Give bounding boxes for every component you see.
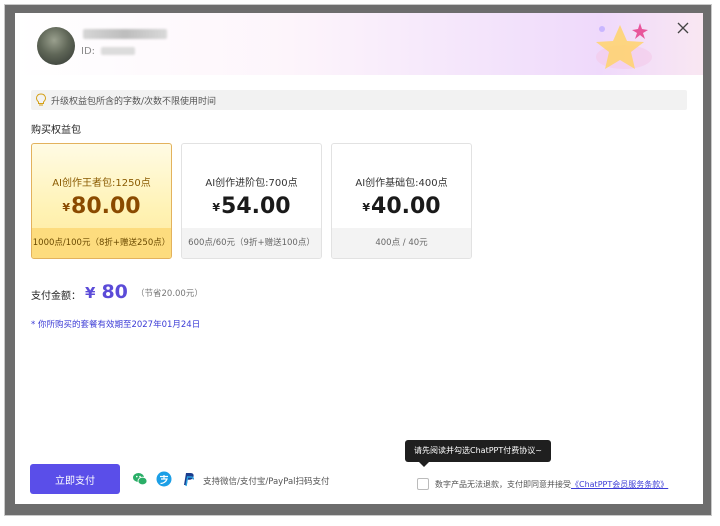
wechat-pay-icon: [133, 473, 148, 486]
agreement-tooltip: 请先阅读并勾选ChatPPT付费协议~: [405, 440, 551, 462]
price-value: 40.00: [371, 194, 441, 219]
tooltip-arrow: [419, 462, 429, 467]
price-value: 54.00: [221, 194, 291, 219]
package-title: AI创作基础包:400点: [355, 178, 448, 189]
paypal-icon: [184, 473, 194, 487]
price-value: 80.00: [71, 194, 141, 219]
purchase-dialog: ID: 升级权益包所含的字数/次数不限使用时间 购买权益包 AI创作王者包:12…: [15, 13, 703, 504]
agreement-text: 数字产品无法退款，支付即同意并接受《ChatPPT会员服务条款》: [435, 479, 668, 490]
section-title: 购买权益包: [31, 125, 81, 136]
alipay-icon: [156, 471, 172, 487]
currency-symbol: ¥: [85, 284, 96, 302]
pay-now-button[interactable]: 立即支付: [30, 464, 120, 494]
package-price: ¥80.00: [32, 194, 171, 219]
user-id-label: ID:: [81, 46, 96, 57]
package-detail: 600点/60元（9折+赠送100点）: [182, 228, 321, 258]
package-price: ¥40.00: [332, 194, 471, 219]
avatar[interactable]: [37, 27, 75, 65]
currency-symbol: ¥: [212, 201, 221, 214]
package-title: AI创作王者包:1250点: [52, 178, 151, 189]
payment-amount-value: 80: [101, 281, 128, 303]
header-banner: ID:: [15, 13, 703, 75]
user-id-blurred: [101, 47, 135, 55]
close-icon[interactable]: [675, 20, 691, 36]
tip-text: 升级权益包所含的字数/次数不限使用时间: [51, 97, 217, 107]
package-card-basic[interactable]: AI创作基础包:400点 ¥40.00 400点 / 40元: [331, 143, 472, 259]
package-detail: 400点 / 40元: [332, 228, 471, 258]
validity-note: * 你所购买的套餐有效期至2027年01月24日: [31, 320, 201, 330]
agreement-notice: 数字产品无法退款，支付即同意并接受: [435, 480, 571, 489]
package-price: ¥54.00: [182, 194, 321, 219]
lightbulb-icon: [35, 93, 47, 106]
tip-bar: 升级权益包所含的字数/次数不限使用时间: [31, 90, 687, 110]
payment-methods-text: 支持微信/支付宝/PayPal扫码支付: [203, 477, 330, 487]
currency-symbol: ¥: [62, 201, 71, 214]
savings-note: （节省20.00元）: [136, 289, 203, 299]
agreement-checkbox[interactable]: [417, 478, 429, 490]
package-card-advanced[interactable]: AI创作进阶包:700点 ¥54.00 600点/60元（9折+赠送100点）: [181, 143, 322, 259]
username-blurred: [83, 29, 167, 39]
payment-amount: ¥80: [85, 281, 128, 303]
currency-symbol: ¥: [362, 201, 371, 214]
payment-amount-label: 支付金额：: [31, 291, 81, 302]
package-card-king[interactable]: AI创作王者包:1250点 ¥80.00 1000点/100元（8折+赠送250…: [31, 143, 172, 259]
package-title: AI创作进阶包:700点: [205, 178, 298, 189]
package-detail: 1000点/100元（8折+赠送250点）: [32, 228, 171, 258]
star-decoration-icon: [596, 23, 652, 69]
service-terms-link[interactable]: 《ChatPPT会员服务条款》: [571, 480, 668, 489]
